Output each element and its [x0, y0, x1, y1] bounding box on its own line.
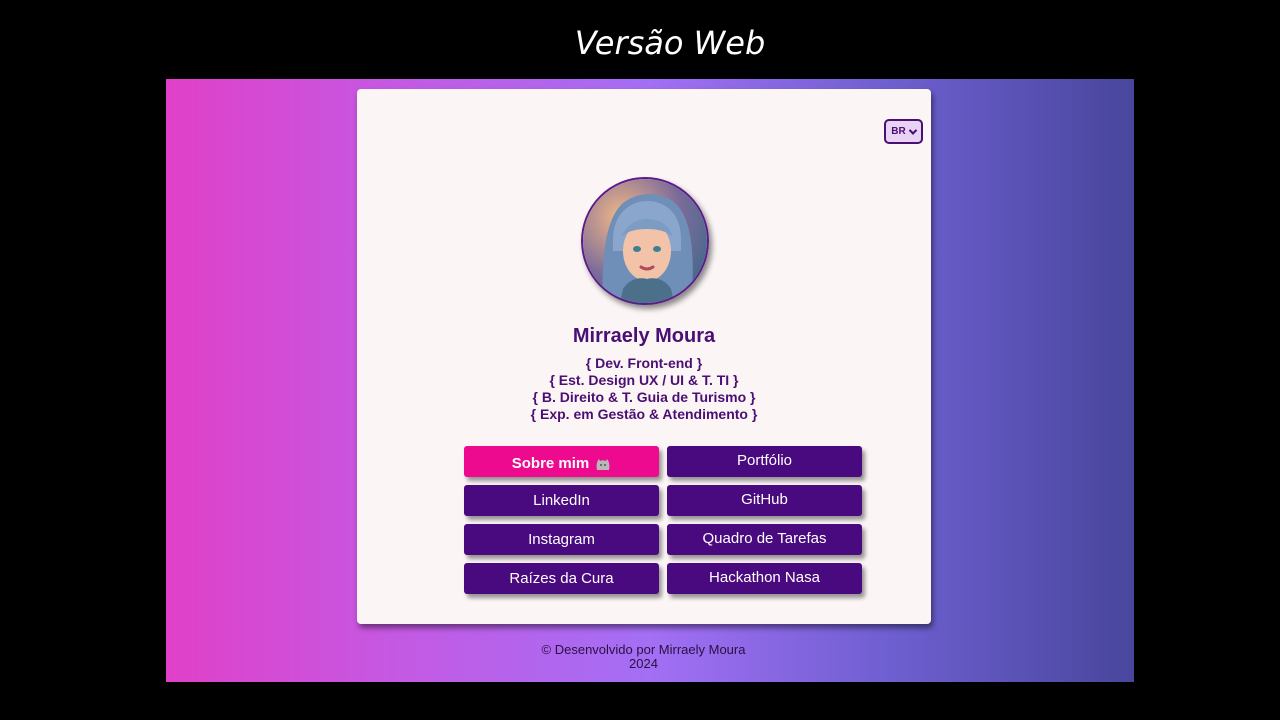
role-line: { B. Direito & T. Guia de Turismo }: [532, 389, 756, 405]
profile-name: Mirraely Moura: [572, 325, 716, 347]
footer-credit: © Desenvolvido por Mirraely Moura: [541, 642, 746, 657]
link-buttons: Sobre mim Portfólio LinkedIn GitHub Inst…: [464, 446, 862, 594]
raizes-da-cura-button[interactable]: Raízes da Cura: [464, 563, 659, 594]
tasks-board-button[interactable]: Quadro de Tarefas: [667, 524, 862, 555]
language-selected: BR: [891, 126, 906, 137]
footer: © Desenvolvido por Mirraely Moura 2024: [166, 643, 1121, 671]
about-button-label: Sobre mim: [511, 455, 590, 472]
language-select[interactable]: BR: [884, 119, 923, 144]
github-button[interactable]: GitHub: [667, 485, 862, 516]
instagram-button[interactable]: Instagram: [464, 524, 659, 555]
footer-year: 2024: [629, 656, 658, 671]
about-button[interactable]: Sobre mim: [464, 446, 659, 477]
avatar: [581, 177, 709, 305]
hackathon-nasa-button[interactable]: Hackathon Nasa: [667, 563, 862, 594]
role-line: { Est. Design UX / UI & T. TI }: [549, 372, 739, 388]
profile-card: BR Mirraely Moura {Dev. Front-end} {E…: [357, 89, 931, 624]
octocat-icon: [596, 458, 610, 470]
web-viewport: BR Mirraely Moura {Dev. Front-end} {E…: [166, 79, 1134, 682]
role-line: { Exp. em Gestão & Atendimento }: [530, 406, 758, 422]
profile-roles: { Dev. Front-end } { Est. Design UX / UI…: [357, 355, 931, 423]
role-line: { Dev. Front-end }: [585, 355, 703, 371]
portfolio-button[interactable]: Portfólio: [667, 446, 862, 477]
chevron-down-icon: [908, 125, 917, 135]
slide-title: Versão Web: [574, 24, 766, 62]
linkedin-button[interactable]: LinkedIn: [464, 485, 659, 516]
